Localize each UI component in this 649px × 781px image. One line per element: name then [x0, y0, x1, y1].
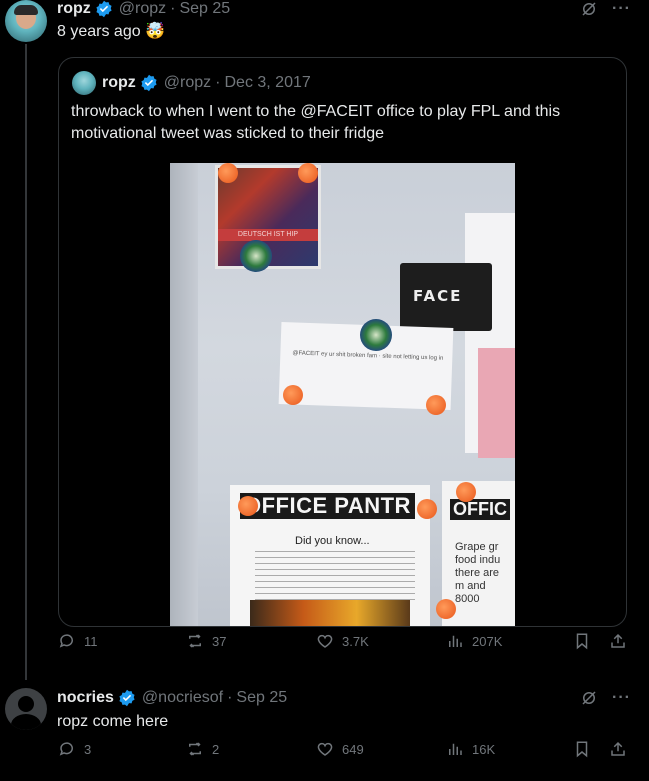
quoted-author-name: ropz	[102, 74, 136, 91]
default-avatar-body	[11, 714, 41, 730]
repost-count: 2	[212, 741, 220, 757]
pantry-image	[250, 600, 410, 626]
pantry-bullets	[255, 551, 415, 601]
avatar[interactable]	[5, 0, 47, 42]
more-options-icon[interactable]: ···	[612, 0, 631, 18]
like-action[interactable]: 3.7K	[316, 632, 369, 650]
quoted-tweet-date: Dec 3, 2017	[224, 74, 311, 91]
verified-badge-icon	[119, 689, 135, 707]
orange-magnet	[218, 163, 238, 183]
tweet-top-actions: ···	[580, 0, 631, 18]
verified-badge-icon	[96, 0, 112, 18]
repost-icon	[189, 634, 201, 648]
reply-text: ropz come here	[57, 713, 169, 730]
orange-magnet	[417, 499, 437, 519]
grok-icon[interactable]	[580, 0, 598, 18]
repost-action[interactable]: 2	[186, 740, 219, 758]
quoted-author-handle: @ropz	[163, 74, 212, 91]
share-icon[interactable]	[609, 632, 627, 650]
bookmark-icon[interactable]	[573, 740, 591, 758]
reply-top-actions: ···	[580, 689, 631, 707]
office-poster-2-title: OFFIC	[450, 499, 510, 520]
bookmark-icon[interactable]	[573, 632, 591, 650]
grok-icon[interactable]	[580, 689, 598, 707]
repost-icon	[189, 742, 201, 756]
separator-dot: ·	[215, 74, 221, 91]
tweet-header: ropz @ropz · Sep 25	[57, 0, 230, 18]
tweet-text: 8 years ago 🤯	[57, 23, 165, 40]
printed-tweet-text: @FACEIT ey ur shit broken fam · site not…	[292, 350, 444, 362]
reply-action[interactable]: 11	[58, 632, 98, 650]
office-poster-2-text: Grape gr food indu there are m and 8000	[455, 541, 501, 605]
reply-count: 3	[84, 741, 92, 757]
photo-pink-paper	[478, 348, 515, 458]
pantry-subtitle: Did you know...	[295, 535, 370, 547]
reply-author-name[interactable]: nocries	[57, 689, 114, 707]
views-count: 16K	[472, 741, 496, 757]
views-action[interactable]: 16K	[446, 740, 495, 758]
thread-line	[25, 44, 27, 680]
repost-count: 37	[212, 633, 227, 649]
views-icon	[449, 743, 462, 755]
fridge-edge	[170, 163, 198, 626]
faceit-sign-text: FACE	[413, 287, 463, 305]
badge-magnet	[240, 240, 272, 272]
reply-icon	[59, 634, 73, 648]
heart-icon	[317, 634, 333, 648]
quoted-tweet-text-line1: throwback to when I went to the @FACEIT …	[71, 103, 561, 120]
like-action[interactable]: 649	[316, 740, 364, 758]
orange-magnet	[426, 395, 446, 415]
views-count: 207K	[472, 633, 503, 649]
orange-magnet	[283, 385, 303, 405]
reply-action[interactable]: 3	[58, 740, 91, 758]
orange-magnet	[298, 163, 318, 183]
repost-action[interactable]: 37	[186, 632, 226, 650]
author-handle[interactable]: @ropz	[119, 0, 166, 18]
pantry-title: OFFICE PANTR	[240, 493, 415, 519]
badge-magnet	[360, 319, 392, 351]
like-count: 3.7K	[342, 633, 369, 649]
more-options-icon[interactable]: ···	[612, 689, 631, 707]
share-icon[interactable]	[609, 740, 627, 758]
reply-icon	[59, 742, 73, 756]
reply-header: nocries @nocriesof · Sep 25	[57, 689, 287, 707]
verified-badge-icon	[141, 74, 157, 92]
tweet-date[interactable]: Sep 25	[179, 0, 230, 18]
reply-author-handle[interactable]: @nocriesof	[142, 689, 223, 707]
quoted-tweet-text-line2: motivational tweet was sticked to their …	[71, 125, 385, 142]
like-count: 649	[342, 741, 364, 757]
views-icon	[449, 635, 462, 647]
quoted-tweet-header: ropz @ropz · Dec 3, 2017	[102, 74, 311, 92]
default-avatar-head	[18, 696, 34, 712]
author-name[interactable]: ropz	[57, 0, 91, 18]
separator-dot: ·	[170, 0, 176, 17]
orange-magnet	[238, 496, 258, 516]
quoted-avatar	[72, 71, 96, 95]
poster-caption: DEUTSCH IST HIP	[218, 229, 318, 241]
quoted-tweet-photo[interactable]: DEUTSCH IST HIP FACE @FACEIT ey ur shit …	[170, 163, 515, 626]
views-action[interactable]: 207K	[446, 632, 502, 650]
reply-count: 11	[84, 633, 98, 649]
separator-dot: ·	[227, 689, 233, 706]
reply-date[interactable]: Sep 25	[236, 689, 287, 707]
reply-avatar[interactable]	[5, 688, 47, 730]
heart-icon	[317, 742, 333, 756]
orange-magnet	[456, 482, 476, 502]
orange-magnet	[436, 599, 456, 619]
